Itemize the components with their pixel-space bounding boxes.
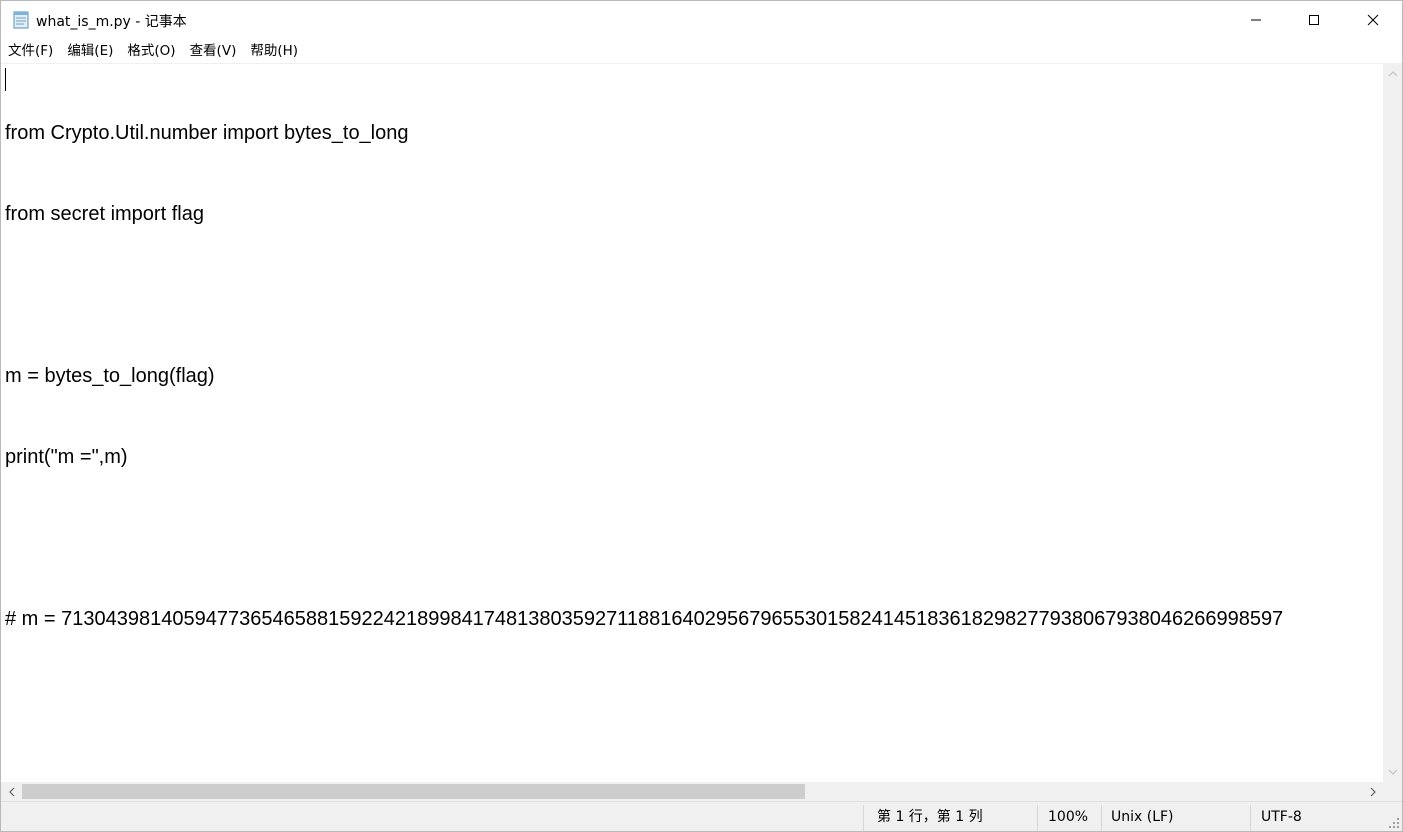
scroll-right-button[interactable] bbox=[1364, 782, 1381, 801]
status-encoding: UTF-8 bbox=[1261, 809, 1302, 825]
status-zoom: 100% bbox=[1048, 809, 1089, 825]
resize-grip-icon[interactable] bbox=[1388, 817, 1400, 829]
status-separator bbox=[1037, 805, 1038, 831]
close-button[interactable] bbox=[1344, 1, 1402, 39]
scroll-down-button[interactable] bbox=[1383, 763, 1402, 780]
menu-edit[interactable]: 编辑(E) bbox=[60, 39, 120, 63]
status-separator bbox=[1250, 805, 1251, 831]
text-editor[interactable]: from Crypto.Util.number import bytes_to_… bbox=[1, 63, 1383, 783]
close-icon bbox=[1367, 14, 1379, 26]
menu-file[interactable]: 文件(F) bbox=[1, 39, 60, 63]
status-bar: 第 1 行，第 1 列 100% Unix (LF) UTF-8 bbox=[1, 801, 1402, 831]
window-title: what_is_m.py - 记事本 bbox=[36, 14, 187, 30]
minimize-button[interactable] bbox=[1227, 1, 1285, 39]
chevron-right-icon bbox=[1370, 787, 1376, 796]
status-line-ending: Unix (LF) bbox=[1111, 809, 1174, 825]
editor-line: print("m =",m) bbox=[5, 446, 128, 468]
editor-line: m = bytes_to_long(flag) bbox=[5, 365, 215, 387]
status-cursor-position: 第 1 行，第 1 列 bbox=[877, 809, 983, 825]
chevron-left-icon bbox=[8, 787, 14, 796]
scroll-left-button[interactable] bbox=[3, 782, 20, 801]
horizontal-scroll-thumb[interactable] bbox=[22, 784, 805, 799]
menu-format[interactable]: 格式(O) bbox=[120, 39, 182, 63]
editor-content: from Crypto.Util.number import bytes_to_… bbox=[5, 66, 1283, 687]
scroll-up-button[interactable] bbox=[1383, 65, 1402, 82]
notepad-icon bbox=[13, 11, 29, 29]
notepad-window: what_is_m.py - 记事本 文件(F) 编辑(E) 格式(O) 查看(… bbox=[0, 0, 1403, 832]
scrollbar-corner bbox=[1383, 782, 1402, 801]
editor-line: from secret import flag bbox=[5, 203, 204, 225]
vertical-scrollbar[interactable] bbox=[1383, 63, 1402, 782]
editor-line: from Crypto.Util.number import bytes_to_… bbox=[5, 122, 409, 144]
status-separator bbox=[1101, 805, 1102, 831]
menu-bar: 文件(F) 编辑(E) 格式(O) 查看(V) 帮助(H) bbox=[1, 39, 1402, 63]
title-bar[interactable]: what_is_m.py - 记事本 bbox=[1, 1, 1402, 39]
maximize-button[interactable] bbox=[1285, 1, 1343, 39]
horizontal-scrollbar[interactable] bbox=[1, 782, 1383, 801]
editor-line: # m = 7130439814059477365465881592242189… bbox=[5, 608, 1284, 630]
minimize-icon bbox=[1251, 19, 1261, 21]
text-caret bbox=[5, 68, 6, 91]
maximize-icon bbox=[1309, 15, 1319, 25]
menu-view[interactable]: 查看(V) bbox=[183, 39, 244, 63]
chevron-down-icon bbox=[1388, 769, 1397, 775]
status-separator bbox=[863, 805, 864, 831]
chevron-up-icon bbox=[1388, 70, 1397, 76]
menu-help[interactable]: 帮助(H) bbox=[243, 39, 305, 63]
